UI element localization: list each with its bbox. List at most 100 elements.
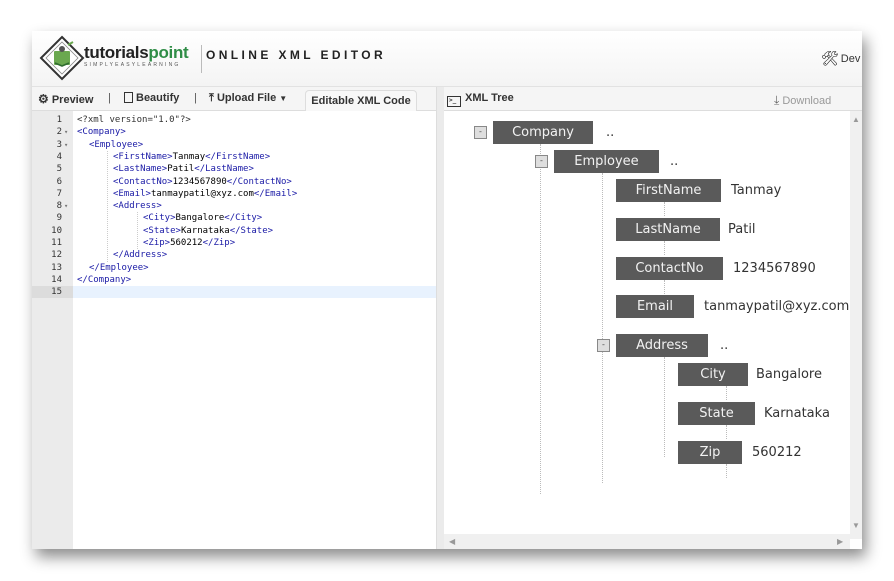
- tree-connector-line: [726, 386, 727, 400]
- code-text: </Address>: [113, 249, 167, 261]
- xml-text: Bangalore: [175, 213, 225, 224]
- fold-toggle-icon[interactable]: ▾: [64, 139, 68, 151]
- terminal-icon: >_: [447, 96, 461, 107]
- code-line[interactable]: 15: [32, 286, 436, 299]
- xml-tag: </Zip>: [202, 238, 236, 248]
- code-text: <LastName>Patil</LastName>: [113, 163, 254, 175]
- code-editor[interactable]: 1 <?xml version="1.0"?> 2 ▾ <Company> 3 ▾ <Empl…: [32, 111, 436, 549]
- xml-tag: </ContactNo>: [226, 176, 292, 187]
- tree-connector-line: [664, 357, 665, 457]
- fold-toggle-icon[interactable]: ▾: [64, 200, 68, 212]
- xml-text: 1234567890: [172, 176, 227, 187]
- tree-node-email[interactable]: Email: [616, 295, 694, 318]
- code-line[interactable]: 8 ▾ <Address>: [32, 200, 436, 212]
- scroll-left-icon[interactable]: ◀: [449, 537, 455, 546]
- tree-node-lastname[interactable]: LastName: [616, 218, 720, 241]
- code-text: <ContactNo>1234567890</ContactNo>: [113, 176, 292, 188]
- code-line[interactable]: 12 </Address>: [32, 249, 436, 261]
- collapse-toggle-icon[interactable]: -: [474, 126, 487, 139]
- tutorialspoint-logo-icon: [39, 35, 85, 81]
- indent-guide: [107, 150, 108, 262]
- tree-node-contactno[interactable]: ContactNo: [616, 257, 723, 280]
- tree-node-company[interactable]: Company: [493, 121, 593, 144]
- xml-text: tanmaypatil@xyz.com: [150, 188, 254, 199]
- tools-icon: 🛠: [821, 50, 839, 66]
- code-line[interactable]: 10 <State>Karnataka</State>: [32, 225, 436, 237]
- tree-node-state[interactable]: State: [678, 402, 755, 425]
- code-line[interactable]: 14 </Company>: [32, 274, 436, 286]
- editor-toolbar: ⚙ Preview | Beautify | ⤒ Upload File ▼ E…: [32, 87, 436, 112]
- xml-tag: </LastName>: [194, 164, 254, 175]
- tree-node-value: tanmaypatil@xyz.com: [704, 299, 850, 314]
- download-button[interactable]: ⤓ Download: [774, 93, 831, 108]
- fold-toggle-icon[interactable]: ▾: [64, 126, 68, 138]
- code-text: <Address>: [113, 200, 162, 212]
- upload-file-dropdown[interactable]: ⤒ Upload File ▼: [209, 92, 287, 105]
- tree-node-value: Karnataka: [764, 406, 830, 421]
- collapse-toggle-icon[interactable]: -: [597, 339, 610, 352]
- horizontal-scrollbar[interactable]: ◀ ▶: [444, 534, 850, 549]
- header-divider: [201, 45, 202, 73]
- gears-icon: ⚙: [38, 92, 49, 106]
- upload-label: Upload File: [216, 92, 277, 104]
- line-number: 5: [56, 164, 62, 175]
- vertical-scrollbar[interactable]: ▲ ▼: [850, 111, 862, 539]
- line-number: 9: [56, 213, 62, 224]
- code-line[interactable]: 6 <ContactNo>1234567890</ContactNo>: [32, 176, 436, 188]
- tree-node-city[interactable]: City: [678, 363, 748, 386]
- line-number: 11: [51, 238, 62, 248]
- indent-guide: [137, 212, 138, 250]
- tree-node-value: 1234567890: [733, 261, 816, 276]
- xml-tag: <Address>: [113, 201, 162, 212]
- code-line[interactable]: 2 ▾ <Company>: [32, 126, 436, 138]
- scroll-down-icon[interactable]: ▼: [852, 521, 860, 530]
- code-text: <Employee>: [89, 139, 143, 151]
- tree-connector-line: [726, 425, 727, 439]
- tree-node-zip[interactable]: Zip: [678, 441, 742, 464]
- tree-node-address[interactable]: Address: [616, 334, 708, 357]
- code-line[interactable]: 13 </Employee>: [32, 262, 436, 274]
- toolbar-separator: |: [108, 92, 111, 104]
- line-number: 13: [51, 262, 62, 273]
- tree-node-employee[interactable]: Employee: [554, 150, 659, 173]
- code-line[interactable]: 9 <City>Bangalore</City>: [32, 212, 436, 224]
- code-line[interactable]: 5 <LastName>Patil</LastName>: [32, 163, 436, 175]
- preview-label: Preview: [51, 94, 94, 106]
- xml-tag: <City>: [143, 213, 176, 224]
- code-line[interactable]: 11 <Zip>560212</Zip>: [32, 237, 436, 249]
- code-line[interactable]: 7 <Email>tanmaypatil@xyz.com</Email>: [32, 188, 436, 200]
- xml-declaration: <?xml version="1.0"?>: [77, 115, 191, 125]
- xml-tag: <ContactNo>: [113, 176, 173, 187]
- brand: tutorialspoint SIMPLYEASYLEARNING: [84, 43, 189, 68]
- tree-node-firstname[interactable]: FirstName: [616, 179, 721, 202]
- tree-connector-line: [664, 241, 665, 255]
- xml-tag: </City>: [224, 213, 263, 224]
- xml-tag: </State>: [229, 225, 274, 236]
- code-text: <?xml version="1.0"?>: [77, 114, 191, 126]
- xml-text: Patil: [167, 164, 195, 175]
- tree-node-value: Tanmay: [731, 183, 782, 198]
- tree-node-value: Bangalore: [756, 367, 822, 382]
- beautify-button[interactable]: Beautify: [124, 92, 179, 104]
- code-text: <Zip>560212</Zip>: [143, 237, 235, 249]
- code-text: <FirstName>Tanmay</FirstName>: [113, 151, 270, 163]
- preview-button[interactable]: ⚙ Preview: [38, 92, 93, 106]
- tree-toolbar: >_ XML Tree ⤓ Download: [444, 87, 862, 111]
- code-line[interactable]: 1 <?xml version="1.0"?>: [32, 114, 436, 126]
- xml-tag: </Email>: [253, 188, 298, 199]
- xml-text: Karnataka: [180, 225, 230, 236]
- code-line[interactable]: 3 ▾ <Employee>: [32, 139, 436, 151]
- code-line[interactable]: 4 <FirstName>Tanmay</FirstName>: [32, 151, 436, 163]
- document-icon: [124, 92, 133, 103]
- panel-splitter[interactable]: [436, 87, 444, 549]
- tree-connector-line: [664, 280, 665, 294]
- collapse-toggle-icon[interactable]: -: [535, 155, 548, 168]
- tab-editable-xml-code[interactable]: Editable XML Code: [305, 90, 417, 112]
- xml-tag: </Address>: [113, 250, 168, 261]
- xml-tag: <Employee>: [89, 139, 144, 150]
- xml-tag: </Employee>: [89, 262, 149, 273]
- scroll-right-icon[interactable]: ▶: [837, 537, 843, 546]
- xml-tag: <Company>: [77, 127, 126, 138]
- scroll-up-icon[interactable]: ▲: [852, 115, 860, 124]
- devtools-button[interactable]: 🛠Dev T: [821, 50, 862, 67]
